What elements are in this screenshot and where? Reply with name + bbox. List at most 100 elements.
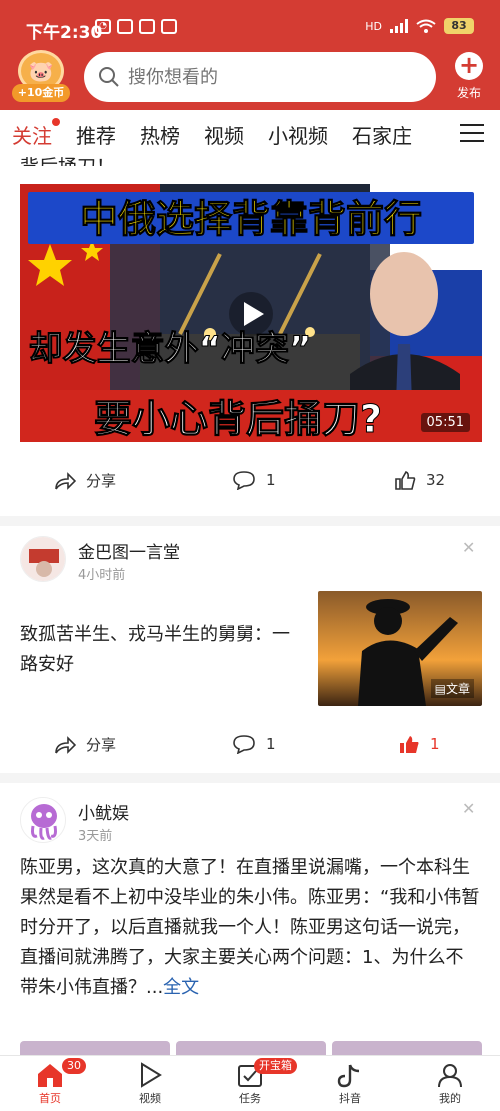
tab-local[interactable]: 石家庄 [352,120,412,149]
unread-dot [52,117,60,126]
share-button[interactable]: 分享 [54,734,116,755]
post-image[interactable] [176,1041,326,1055]
video-thumbnail[interactable]: 中俄选择背靠背前行 却发生意外“冲突” 要小心背后捅刀? 05:51 [20,184,482,442]
treasure-box-badge: 开宝箱 [254,1058,297,1074]
feed-actions: 分享 1 1 [0,730,500,760]
video-title-bottom: 要小心背后捅刀? [94,397,382,441]
nav-label: 我的 [439,1092,461,1105]
share-button[interactable]: 分享 [54,470,116,491]
comment-button[interactable]: 1 [232,734,276,754]
tab-following[interactable]: 关注 [12,117,60,149]
battery-indicator: 83 [444,18,474,34]
search-input[interactable] [128,66,388,88]
post-time: 4小时前 [78,568,126,583]
article-badge-label: 文章 [445,682,470,696]
thumbs-up-icon [395,471,416,490]
tab-hot[interactable]: 热榜 [140,120,180,149]
coin-reward-button[interactable]: 🐷 +10金币 [12,50,70,102]
signal-icon [390,19,408,33]
nav-label: 任务 [239,1092,261,1105]
status-time: 下午2:30 [26,23,103,43]
app-notification-icon [117,19,133,34]
comment-button[interactable]: 1 [232,470,276,490]
nav-douyin[interactable]: 抖音 [320,1062,380,1106]
feed-item-title: 背后捅刀！ [20,152,115,166]
feed-item-video[interactable]: 背后捅刀！ 中俄选择背靠背前行 却发生意外“冲突” [0,156,500,516]
nav-video[interactable]: 视频 [120,1062,180,1106]
tab-label: 关注 [12,123,52,148]
nav-label: 抖音 [339,1092,361,1105]
video-cover-image: 中俄选择背靠背前行 却发生意外“冲突” 要小心背后捅刀? [20,184,482,442]
nav-label: 首页 [39,1092,61,1105]
share-label: 分享 [86,736,117,754]
app-header: 下午2:30 ◔ HD 83 🐷 +10金币 + 发布 [0,0,500,110]
publish-label: 发布 [456,86,481,100]
play-icon [141,1062,162,1088]
comment-count: 1 [266,735,276,753]
tabs-fade [414,110,454,158]
home-icon [38,1064,62,1087]
thumbs-up-icon [400,736,419,753]
search-icon [99,67,119,87]
video-title-mid: 却发生意外“冲突” [29,329,312,369]
video-duration: 05:51 [420,413,470,432]
comment-count: 1 [266,471,276,489]
nav-profile[interactable]: 我的 [420,1062,480,1106]
status-notification-icons: ◔ [95,19,177,34]
wifi-icon [416,19,436,33]
nav-label: 视频 [139,1092,161,1105]
post-time: 3天前 [78,829,113,844]
weibo-icon [161,19,177,34]
article-thumbnail[interactable]: ▤文章 [318,591,482,706]
like-button[interactable]: 32 [394,470,445,490]
menu-icon[interactable] [460,124,484,144]
close-icon[interactable]: ✕ [462,799,475,818]
octopus-avatar-icon [21,798,65,842]
like-count: 1 [430,735,440,753]
channel-tabs: 关注 推荐 热榜 视频 小视频 石家庄 [0,110,500,158]
article-title[interactable]: 致孤苦半生、戎马半生的舅舅：一路安好 [20,620,300,680]
article-badge: ▤文章 [430,679,474,698]
close-icon[interactable]: ✕ [462,538,475,557]
nav-tasks[interactable]: 任务 开宝箱 [220,1058,297,1106]
feed-item-post[interactable]: 小鱿娱 3天前 ✕ 陈亚男，这次真的大意了！在直播里说漏嘴，一个本科生果然是看不… [0,783,500,1055]
coin-reward-label: +10金币 [12,84,70,102]
author-avatar-image [21,537,65,581]
publish-button[interactable]: + 发布 [448,52,490,104]
tab-short-video[interactable]: 小视频 [268,120,328,149]
wechat-icon [139,19,155,34]
post-image-strip[interactable] [20,1041,482,1055]
plus-icon: + [455,52,483,80]
tab-recommend[interactable]: 推荐 [76,120,116,149]
tab-video[interactable]: 视频 [204,120,244,149]
status-bar: 下午2:30 ◔ HD 83 [0,0,500,43]
search-bar[interactable] [84,52,436,102]
notification-badge: 30 [62,1058,86,1074]
alarm-icon: ◔ [95,19,111,34]
post-image[interactable] [20,1041,170,1055]
post-text: 陈亚男，这次真的大意了！在直播里说漏嘴，一个本科生果然是看不上初中没毕业的朱小伟… [20,857,480,998]
author-name[interactable]: 小鱿娱 [78,799,129,824]
share-icon [55,471,76,490]
nav-home[interactable]: 首页 30 [20,1058,86,1106]
feed-item-article[interactable]: 金巴图一言堂 4小时前 ✕ 致孤苦半生、戎马半生的舅舅：一路安好 ▤文章 分享 … [0,526,500,773]
read-more-link[interactable]: 全文 [163,977,199,998]
comment-icon [233,735,255,754]
document-icon: ▤ [434,682,446,696]
like-button[interactable]: 1 [398,734,440,754]
like-count: 32 [426,471,446,489]
comment-icon [233,471,255,490]
profile-icon [438,1064,462,1088]
bottom-navigation: 首页 30 视频 任务 开宝箱 抖音 我的 [0,1055,500,1111]
post-image[interactable] [332,1041,482,1055]
status-right: HD 83 [365,18,474,34]
post-body[interactable]: 陈亚男，这次真的大意了！在直播里说漏嘴，一个本科生果然是看不上初中没毕业的朱小伟… [20,853,480,1003]
feed-actions: 分享 1 32 [0,466,500,496]
author-name[interactable]: 金巴图一言堂 [78,538,180,563]
avatar[interactable] [20,797,66,843]
douyin-icon [337,1064,360,1088]
share-icon [55,735,76,754]
avatar[interactable] [20,536,66,582]
video-title-top: 中俄选择背靠背前行 [80,197,422,241]
share-label: 分享 [86,472,117,490]
